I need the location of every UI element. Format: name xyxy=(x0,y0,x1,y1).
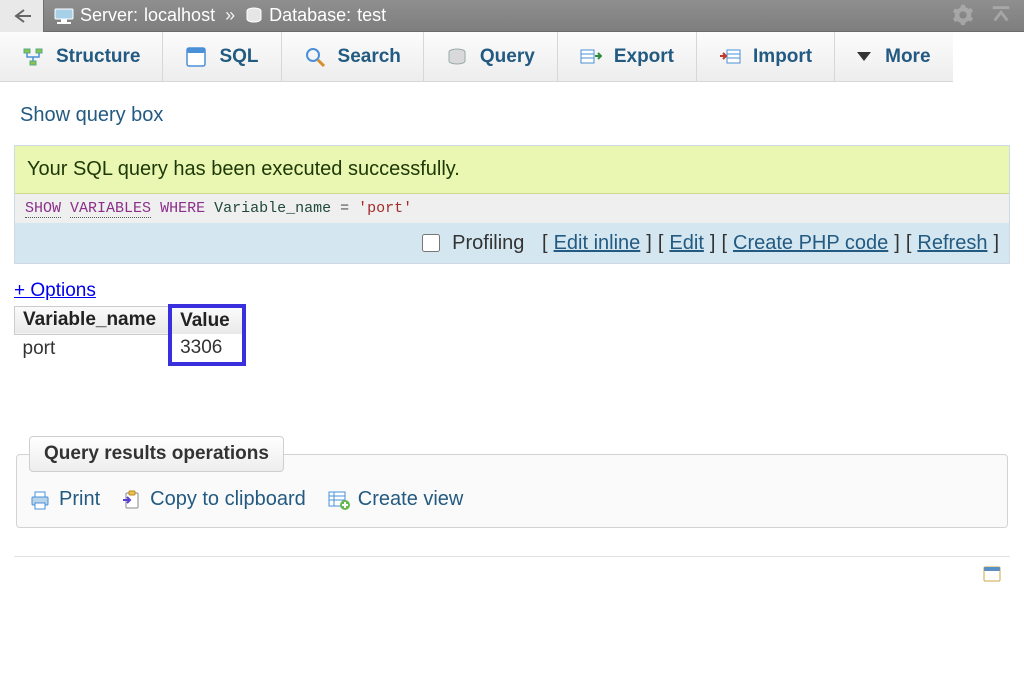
sql-keyword-where: WHERE xyxy=(160,200,205,217)
query-icon xyxy=(446,46,468,68)
header-actions xyxy=(952,4,1012,31)
sql-keyword-variables: VARIABLES xyxy=(70,200,151,218)
breadcrumb-db-label: Database: xyxy=(269,5,351,26)
back-button[interactable] xyxy=(0,0,44,32)
caret-down-icon xyxy=(857,52,871,61)
divider xyxy=(14,556,1010,557)
edit-inline-link[interactable]: Edit inline xyxy=(554,232,641,255)
database-icon xyxy=(245,7,263,25)
show-query-box-link[interactable]: Show query box xyxy=(20,104,163,126)
tab-search[interactable]: Search xyxy=(282,32,424,82)
tabs-bar: Structure SQL Search Query Export Import… xyxy=(0,32,1024,82)
sql-string: 'port' xyxy=(358,200,412,217)
search-icon xyxy=(304,46,326,68)
query-action-bar: Profiling [Edit inline] [ Edit ] [ Creat… xyxy=(15,223,1009,263)
tab-label: Structure xyxy=(56,46,140,68)
profiling-label: Profiling xyxy=(452,232,524,255)
col-header-name[interactable]: Variable_name xyxy=(15,306,171,334)
print-icon xyxy=(29,490,51,510)
tab-label: Import xyxy=(753,46,812,68)
sql-identifier: Variable_name xyxy=(214,200,331,217)
clipboard-icon xyxy=(122,490,142,510)
edit-link[interactable]: Edit xyxy=(669,232,703,255)
tab-label: Search xyxy=(338,46,401,68)
tab-query[interactable]: Query xyxy=(424,32,558,82)
breadcrumb-separator: » xyxy=(223,5,237,26)
executed-sql: SHOW VARIABLES WHERE Variable_name = 'po… xyxy=(15,194,1009,223)
create-view-link[interactable]: Create view xyxy=(358,488,464,511)
copy-clipboard-link[interactable]: Copy to clipboard xyxy=(150,488,306,511)
breadcrumb-database[interactable]: Database: test xyxy=(245,5,386,26)
profiling-checkbox[interactable] xyxy=(422,234,440,252)
server-icon xyxy=(54,8,74,24)
gear-icon[interactable] xyxy=(952,4,974,31)
options-toggle[interactable]: + Options xyxy=(14,280,96,301)
print-link[interactable]: Print xyxy=(59,488,100,511)
breadcrumb-db-value: test xyxy=(357,5,386,26)
success-message: Your SQL query has been executed success… xyxy=(15,146,1009,194)
import-icon xyxy=(719,46,741,68)
query-results-operations: Query results operations Print Copy to c… xyxy=(16,436,1008,528)
cell-variable-name: port xyxy=(15,334,171,364)
tab-label: SQL xyxy=(219,46,258,68)
tab-label: Query xyxy=(480,46,535,68)
sql-keyword-show: SHOW xyxy=(25,200,61,218)
table-row: port 3306 xyxy=(15,334,244,364)
breadcrumb-server-label: Server: xyxy=(80,5,138,26)
header-bar: Server: localhost » Database: test xyxy=(0,0,1024,32)
tab-more[interactable]: More xyxy=(835,32,952,82)
table-header-row: Variable_name Value xyxy=(15,306,244,334)
tab-export[interactable]: Export xyxy=(558,32,697,82)
tab-import[interactable]: Import xyxy=(697,32,835,82)
col-header-value[interactable]: Value xyxy=(170,306,244,334)
results-table: Variable_name Value port 3306 xyxy=(14,304,246,366)
tab-sql[interactable]: SQL xyxy=(163,32,281,82)
structure-icon xyxy=(22,46,44,68)
notebook-icon[interactable] xyxy=(982,565,1002,588)
tab-label: Export xyxy=(614,46,674,68)
collapse-icon[interactable] xyxy=(990,4,1012,31)
breadcrumb-server-value: localhost xyxy=(144,5,215,26)
breadcrumb: Server: localhost » Database: test xyxy=(44,5,386,26)
sql-op: = xyxy=(340,200,349,217)
qro-legend: Query results operations xyxy=(29,436,284,472)
main-content: Show query box Your SQL query has been e… xyxy=(0,82,1024,588)
export-icon xyxy=(580,46,602,68)
query-result-box: Your SQL query has been executed success… xyxy=(14,145,1010,264)
cell-value: 3306 xyxy=(170,334,244,364)
tab-structure[interactable]: Structure xyxy=(0,32,163,82)
tab-label: More xyxy=(885,46,930,68)
sql-icon xyxy=(185,46,207,68)
create-view-icon xyxy=(328,490,350,510)
create-php-link[interactable]: Create PHP code xyxy=(733,232,888,255)
breadcrumb-server[interactable]: Server: localhost xyxy=(54,5,215,26)
refresh-link[interactable]: Refresh xyxy=(917,232,987,255)
